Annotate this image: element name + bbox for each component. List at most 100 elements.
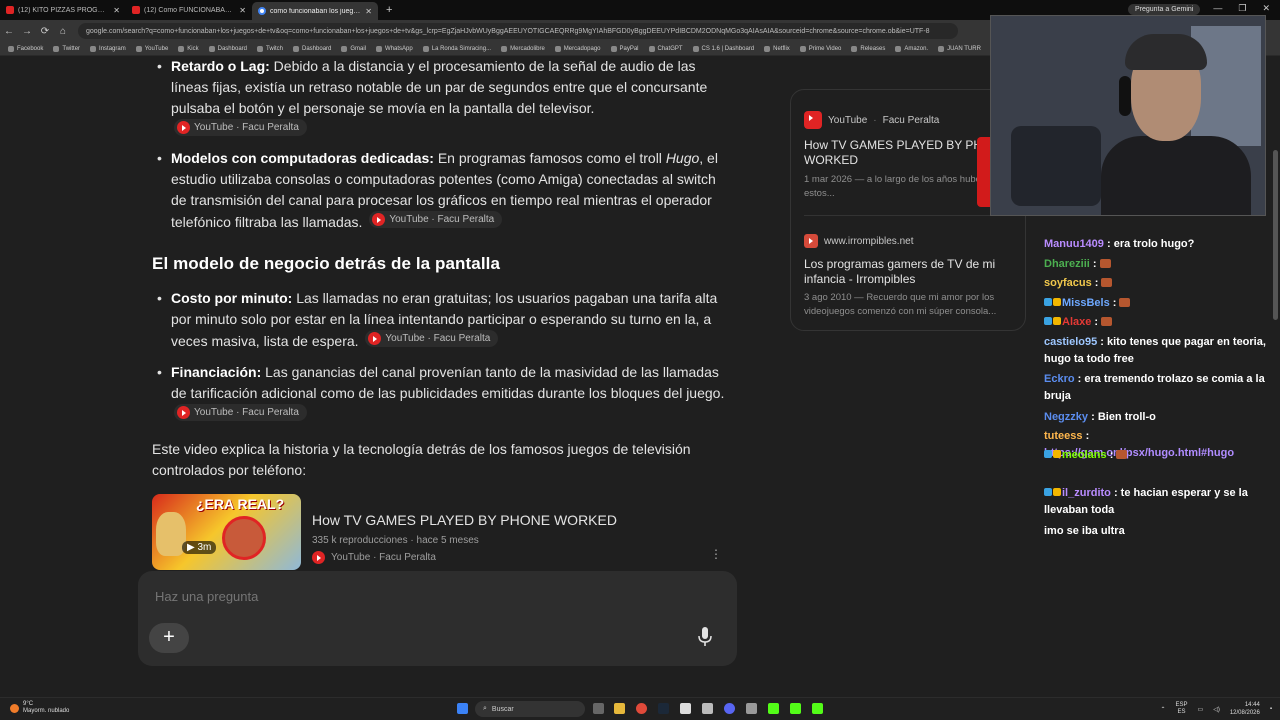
chevron-up-icon[interactable]: ⌃: [1160, 706, 1165, 713]
task-view-icon[interactable]: [593, 703, 604, 714]
chrome-icon[interactable]: [636, 703, 647, 714]
tab-google-search[interactable]: como funcionaban los juegos d ✕: [252, 2, 378, 20]
bookmark-item[interactable]: Mercadolibre: [501, 45, 545, 52]
chat-username[interactable]: meolans: [1062, 449, 1107, 461]
taskbar-search[interactable]: ⌕ Buscar: [475, 701, 585, 717]
chat-username[interactable]: Manuu1409: [1044, 238, 1104, 250]
bookmark-item[interactable]: Amazon.: [895, 45, 929, 52]
notification-icon[interactable]: ▪: [1270, 706, 1272, 712]
bookmark-item[interactable]: La Ronda Simracing...: [422, 45, 491, 52]
back-icon[interactable]: ←: [0, 26, 18, 37]
bookmark-label: Amazon.: [904, 45, 929, 52]
kick-icon[interactable]: [790, 703, 801, 714]
chat-badge-icon: [1044, 317, 1052, 325]
source-chip[interactable]: YouTube · Facu Peralta: [174, 404, 307, 421]
close-icon[interactable]: ✕: [239, 6, 246, 15]
forward-icon[interactable]: →: [18, 26, 36, 37]
maximize-icon[interactable]: ❐: [1238, 3, 1246, 14]
chat-separator: :: [1103, 238, 1114, 250]
source-chip[interactable]: YouTube · Facu Peralta: [365, 330, 499, 347]
reload-icon[interactable]: ⟳: [36, 26, 54, 37]
list-item-computers: Modelos con computadoras dedicadas: En p…: [157, 148, 727, 233]
chat-username[interactable]: MissBels: [1062, 297, 1110, 309]
network-icon[interactable]: ▭: [1198, 706, 1204, 713]
kick-icon[interactable]: [768, 703, 779, 714]
bookmark-item[interactable]: YouTube: [135, 45, 168, 52]
bookmark-item[interactable]: Mercadopago: [554, 45, 601, 52]
language-indicator[interactable]: ESP ES: [1176, 702, 1188, 716]
chat-username[interactable]: il_zurdito: [1062, 487, 1111, 499]
scrollbar[interactable]: [1271, 57, 1280, 697]
app-icon[interactable]: [746, 703, 757, 714]
source-site[interactable]: YouTube · Facu Peralta: [804, 111, 939, 129]
source-title[interactable]: Los programas gamers de TV de mi infanci…: [804, 257, 1016, 287]
app-icon[interactable]: [702, 703, 713, 714]
bookmark-item[interactable]: Dashboard: [208, 45, 247, 52]
weather-widget[interactable]: 9°C Mayorm. nublado: [10, 701, 69, 715]
gemini-button[interactable]: Pregunta a Gemini: [1128, 4, 1201, 15]
bookmark-label: WhatsApp: [385, 45, 413, 52]
source-chip[interactable]: YouTube · Facu Peralta: [369, 211, 503, 228]
chat-message: il_zurdito : te hacian esperar y se la l…: [1044, 485, 1270, 519]
app-icon[interactable]: [680, 703, 691, 714]
chat-username[interactable]: soyfacus: [1044, 277, 1092, 289]
home-icon[interactable]: ⌂: [54, 26, 72, 37]
bookmark-label: Prime Video: [808, 45, 842, 52]
bookmark-item[interactable]: Twitter: [53, 45, 80, 52]
chat-username[interactable]: Negzzky: [1044, 411, 1088, 423]
tab-kito-pizzas[interactable]: (12) KITO PIZZAS PROGRAMA # ✕: [0, 1, 126, 19]
chat-username[interactable]: castielo95: [1044, 336, 1097, 348]
source-site[interactable]: www.irrompibles.net: [804, 234, 913, 248]
video-thumbnail[interactable]: ¿ERA REAL? ▶ 3m: [152, 494, 301, 570]
volume-icon[interactable]: ◁): [1213, 706, 1220, 713]
bookmark-item[interactable]: Facebook: [8, 45, 43, 52]
minimize-icon[interactable]: —: [1213, 3, 1222, 14]
bookmark-item[interactable]: Gmail: [341, 45, 366, 52]
chat-username[interactable]: Dhareziii: [1044, 258, 1090, 270]
ask-input[interactable]: [155, 589, 655, 604]
youtube-icon: [368, 332, 382, 345]
file-explorer-icon[interactable]: [614, 703, 625, 714]
source-chip[interactable]: YouTube · Facu Peralta: [174, 119, 307, 136]
source-thumbnail[interactable]: [977, 137, 991, 207]
chat-username[interactable]: Eckro: [1044, 373, 1075, 385]
tab-title: (12) Como FUNCIONABAN los: [144, 6, 236, 14]
windows-start-icon[interactable]: [457, 703, 468, 714]
bookmark-item[interactable]: Twitch: [257, 45, 283, 52]
kick-icon[interactable]: [812, 703, 823, 714]
close-window-icon[interactable]: ✕: [1262, 3, 1270, 14]
url-input[interactable]: google.com/search?q=como+funcionaban+los…: [78, 23, 958, 39]
bookmark-item[interactable]: Instagram: [90, 45, 126, 52]
more-options-icon[interactable]: ⋮: [710, 547, 722, 561]
chat-username[interactable]: Alaxe: [1062, 316, 1091, 328]
bookmark-item[interactable]: WhatsApp: [376, 45, 413, 52]
microphone-icon[interactable]: [698, 627, 712, 647]
chat-separator: :: [1109, 297, 1120, 309]
clock[interactable]: 14:44 12/08/2026: [1230, 701, 1260, 717]
bookmark-label: Mercadopago: [563, 45, 601, 52]
bookmark-icon: [422, 45, 429, 52]
bookmark-icon: [692, 45, 699, 52]
close-icon[interactable]: ✕: [113, 6, 120, 15]
weather-desc: Mayorm. nublado: [23, 708, 70, 714]
scrollbar-thumb[interactable]: [1273, 150, 1278, 320]
discord-icon[interactable]: [724, 703, 735, 714]
bookmark-item[interactable]: Netflix: [764, 45, 790, 52]
bookmark-item[interactable]: CS 1.6 | Dashboard: [692, 45, 754, 52]
video-title[interactable]: How TV GAMES PLAYED BY PHONE WORKED: [312, 512, 617, 528]
youtube-icon: [177, 121, 190, 134]
bookmark-item[interactable]: PayPal: [610, 45, 639, 52]
bookmark-item[interactable]: ChatGPT: [648, 45, 683, 52]
tab-como-funcionaban[interactable]: (12) Como FUNCIONABAN los ✕: [126, 1, 252, 19]
bookmark-item[interactable]: JUAN TURR: [938, 45, 981, 52]
new-tab-button[interactable]: +: [378, 4, 400, 16]
chat-username[interactable]: tuteess: [1044, 430, 1083, 442]
bookmark-item[interactable]: Prime Video: [799, 45, 842, 52]
bookmark-item[interactable]: Dashboard: [293, 45, 331, 52]
add-button[interactable]: +: [149, 623, 189, 653]
bookmark-item[interactable]: Kick: [178, 45, 199, 52]
bookmark-item[interactable]: Releases: [851, 45, 885, 52]
close-icon[interactable]: ✕: [365, 7, 372, 16]
steam-icon[interactable]: [658, 703, 669, 714]
source-site-label: YouTube: [828, 114, 868, 126]
